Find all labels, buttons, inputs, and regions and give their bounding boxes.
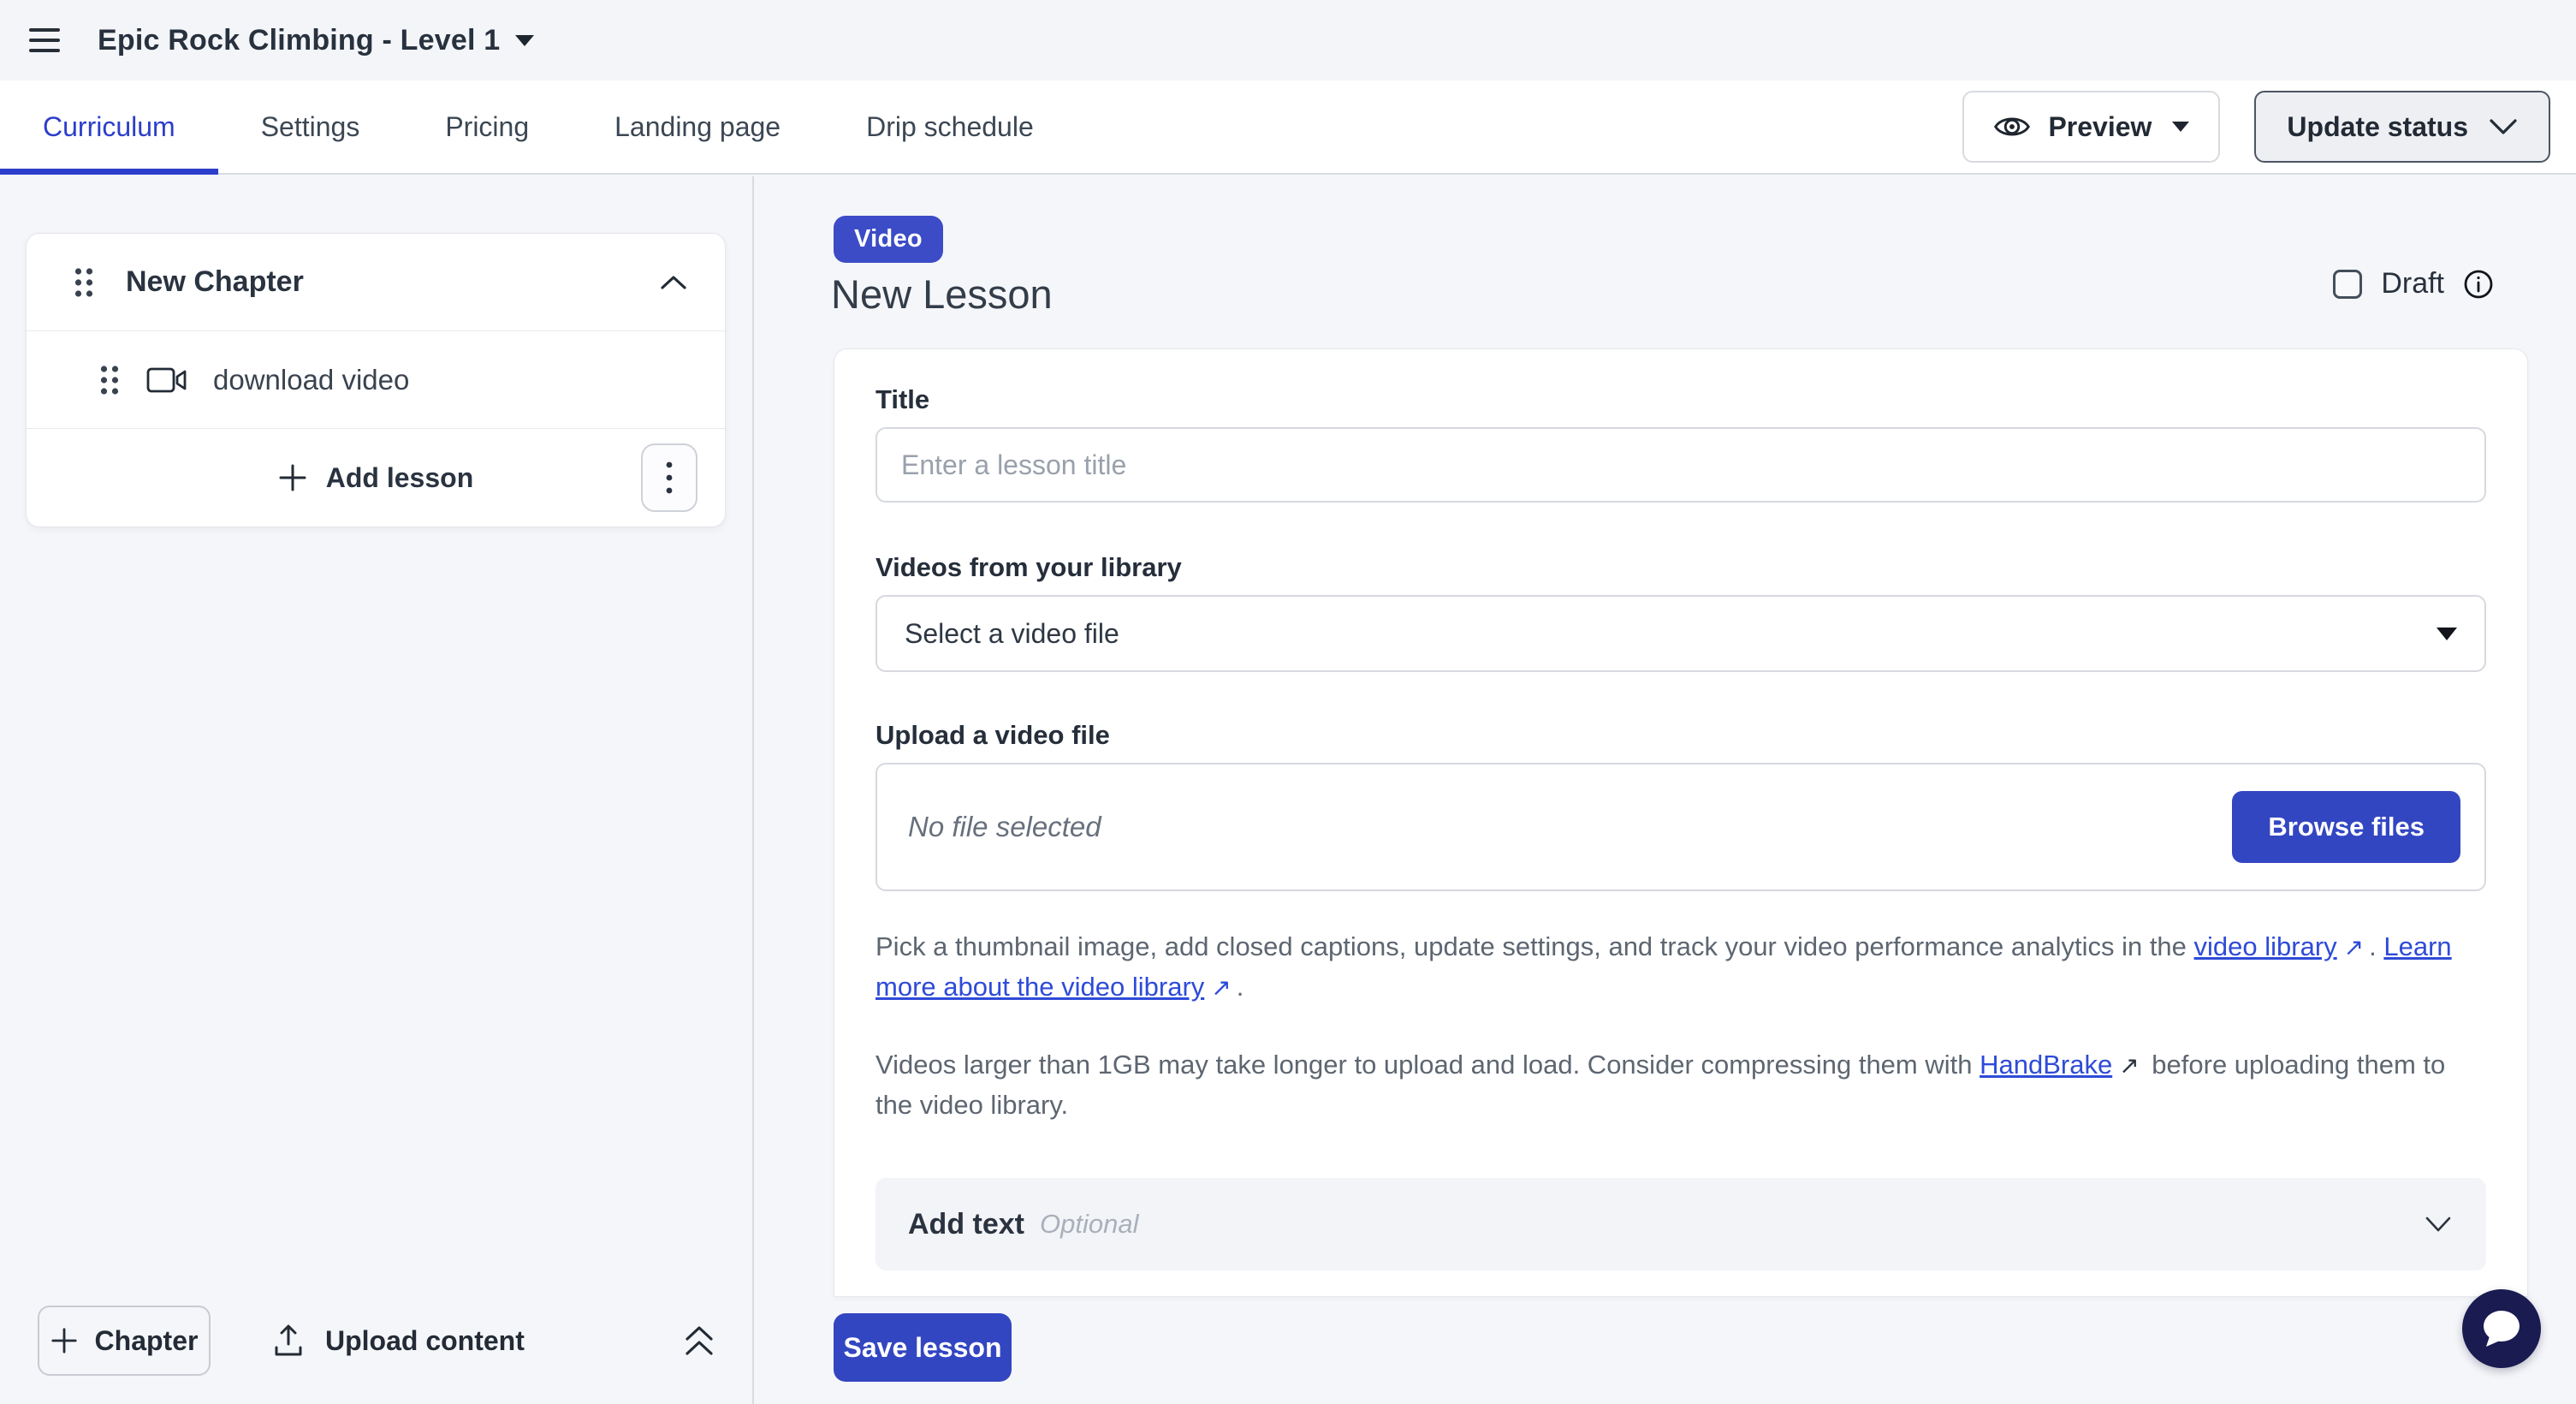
add-lesson-row: Add lesson (27, 429, 725, 526)
collapse-all-button[interactable] (684, 1324, 715, 1358)
video-camera-icon (146, 366, 187, 395)
page-title: New Lesson (831, 271, 1053, 318)
double-chevron-up-icon (684, 1324, 715, 1358)
library-label: Videos from your library (875, 552, 2486, 583)
menu-icon[interactable] (29, 28, 60, 52)
draft-label: Draft (2381, 267, 2444, 300)
chapter-header[interactable]: New Chapter (27, 234, 725, 331)
add-chapter-button[interactable]: Chapter (38, 1306, 211, 1376)
upload-label: Upload a video file (875, 720, 2486, 751)
add-text-label: Add text (908, 1208, 1024, 1241)
browse-files-button[interactable]: Browse files (2232, 791, 2460, 863)
tab-curriculum[interactable]: Curriculum (0, 80, 218, 173)
lesson-title: download video (213, 364, 409, 396)
tab-bar: Curriculum Settings Pricing Landing page… (0, 80, 2576, 175)
video-library-link[interactable]: video library (2194, 931, 2337, 961)
note-text: Pick a thumbnail image, add closed capti… (875, 931, 2194, 961)
course-builder-page: Epic Rock Climbing - Level 1 Curriculum … (0, 0, 2576, 1404)
optional-label: Optional (1040, 1209, 1138, 1240)
lesson-type-badge: Video (834, 216, 943, 263)
drag-handle-icon[interactable] (100, 365, 119, 396)
update-status-label: Update status (2287, 111, 2468, 143)
plus-icon (50, 1327, 78, 1354)
preview-label: Preview (2048, 111, 2152, 143)
video-library-select-value: Select a video file (905, 618, 1119, 650)
save-lesson-button[interactable]: Save lesson (834, 1313, 1012, 1382)
note-text: . (1237, 972, 1244, 1002)
chevron-up-icon[interactable] (660, 275, 687, 290)
file-upload-field[interactable]: No file selected Browse files (875, 763, 2486, 891)
external-link-icon: ↗ (2344, 934, 2364, 961)
course-title[interactable]: Epic Rock Climbing - Level 1 (98, 24, 500, 57)
workspace: New Chapter (0, 176, 2576, 1404)
chat-widget-button[interactable] (2462, 1289, 2541, 1368)
drag-handle-icon[interactable] (74, 267, 93, 298)
title-label: Title (875, 384, 2486, 415)
external-link-icon: ↗ (1211, 974, 1231, 1001)
chevron-down-icon (2489, 117, 2518, 136)
add-lesson-label: Add lesson (326, 462, 473, 494)
sidebar-footer: Chapter Upload content (0, 1277, 752, 1404)
kebab-menu-icon (665, 461, 674, 495)
upload-content-label: Upload content (325, 1325, 525, 1357)
upload-content-button[interactable]: Upload content (272, 1324, 525, 1358)
lesson-title-input[interactable] (875, 427, 2486, 503)
note-text: . (2369, 931, 2383, 961)
caret-down-icon (2437, 628, 2457, 640)
lesson-form-card: Title Videos from your library Select a … (834, 348, 2528, 1297)
chevron-down-icon (2425, 1216, 2452, 1233)
handbrake-link[interactable]: HandBrake (1979, 1050, 2112, 1080)
tab-pricing[interactable]: Pricing (402, 80, 572, 173)
caret-down-icon (2172, 122, 2189, 132)
add-lesson-button[interactable]: Add lesson (278, 462, 473, 494)
eye-icon (1993, 108, 2031, 146)
tab-drip-schedule[interactable]: Drip schedule (823, 80, 1077, 173)
file-size-note: Videos larger than 1GB may take longer t… (875, 1045, 2486, 1125)
tab-landing-page[interactable]: Landing page (572, 80, 823, 173)
note-text: Videos larger than 1GB may take longer t… (875, 1050, 1979, 1080)
tab-actions: Preview Update status (1962, 80, 2576, 173)
upload-icon (272, 1324, 305, 1358)
chapter-options-button[interactable] (641, 443, 697, 512)
draft-toggle-group: Draft (2333, 267, 2494, 300)
chapter-card: New Chapter (26, 233, 726, 527)
add-chapter-label: Chapter (95, 1325, 199, 1357)
draft-checkbox[interactable] (2333, 270, 2362, 299)
no-file-text: No file selected (908, 811, 1101, 843)
top-bar: Epic Rock Climbing - Level 1 (0, 0, 2576, 80)
tab-settings[interactable]: Settings (218, 80, 403, 173)
lesson-editor: Video New Lesson Draft Title Videos from… (754, 176, 2576, 1404)
chapter-title: New Chapter (126, 265, 660, 299)
info-icon[interactable] (2463, 269, 2494, 300)
add-text-accordion[interactable]: Add text Optional (875, 1178, 2486, 1270)
curriculum-sidebar: New Chapter (0, 176, 754, 1404)
update-status-button[interactable]: Update status (2254, 91, 2550, 163)
chevron-down-icon[interactable] (515, 35, 534, 46)
external-link-icon: ↗ (2119, 1052, 2139, 1079)
lesson-item[interactable]: download video (27, 331, 725, 429)
preview-button[interactable]: Preview (1962, 91, 2220, 163)
video-library-select[interactable]: Select a video file (875, 595, 2486, 672)
plus-icon (278, 463, 307, 492)
chat-bubble-icon (2479, 1307, 2524, 1350)
video-library-note: Pick a thumbnail image, add closed capti… (875, 927, 2486, 1008)
